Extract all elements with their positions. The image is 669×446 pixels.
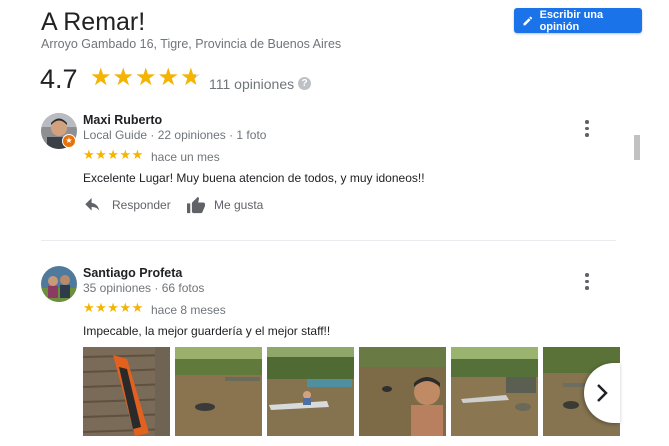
reply-icon: [85, 198, 100, 211]
like-button[interactable]: Me gusta: [186, 196, 263, 214]
review-photo[interactable]: [267, 347, 354, 436]
average-rating: 4.7: [40, 64, 78, 94]
place-title: A Remar!: [41, 8, 146, 36]
avatar[interactable]: [41, 266, 77, 302]
review-photo[interactable]: [175, 347, 262, 436]
local-guide-badge-icon: ★: [62, 134, 76, 148]
write-review-label: Escribir una opinión: [539, 8, 604, 33]
average-rating-stars: ★★★★★ ★★★★★: [90, 66, 203, 90]
review-stars: ★★★★★: [83, 300, 144, 315]
reply-label: Responder: [112, 198, 171, 212]
thumbs-up-icon: [187, 196, 205, 214]
reviewer-name[interactable]: Maxi Ruberto: [83, 113, 162, 127]
like-label: Me gusta: [214, 198, 264, 212]
review-photo[interactable]: [451, 347, 538, 436]
place-address: Arroyo Gambado 16, Tigre, Provincia de B…: [41, 37, 342, 51]
help-icon[interactable]: ?: [298, 77, 311, 90]
stars-filled: ★★★★★: [90, 66, 196, 90]
review-divider: [41, 240, 616, 241]
more-options-icon[interactable]: [584, 273, 590, 290]
review-text: Excelente Lugar! Muy buena atencion de t…: [83, 171, 425, 185]
reply-button[interactable]: Responder: [84, 198, 171, 212]
review-stars: ★★★★★: [83, 147, 144, 162]
avatar-image: [41, 266, 77, 302]
scrollbar-thumb[interactable]: [634, 135, 640, 160]
write-review-button[interactable]: Escribir una opinión: [514, 8, 642, 33]
review-photo[interactable]: [359, 347, 446, 436]
reviewer-meta[interactable]: 35 opiniones · 66 fotos: [83, 281, 204, 295]
review-text: Impecable, la mejor guardería y el mejor…: [83, 324, 331, 338]
reviewer-name[interactable]: Santiago Profeta: [83, 266, 182, 280]
review-date: hace un mes: [151, 150, 220, 164]
review-photo[interactable]: [83, 347, 170, 436]
more-options-icon[interactable]: [584, 120, 590, 137]
review-date: hace 8 meses: [151, 303, 226, 317]
pencil-icon: [523, 16, 533, 25]
reviewer-meta[interactable]: Local Guide · 22 opiniones · 1 foto: [83, 128, 266, 142]
review-count[interactable]: 111 opiniones: [209, 76, 294, 92]
chevron-right-icon: [597, 384, 608, 402]
